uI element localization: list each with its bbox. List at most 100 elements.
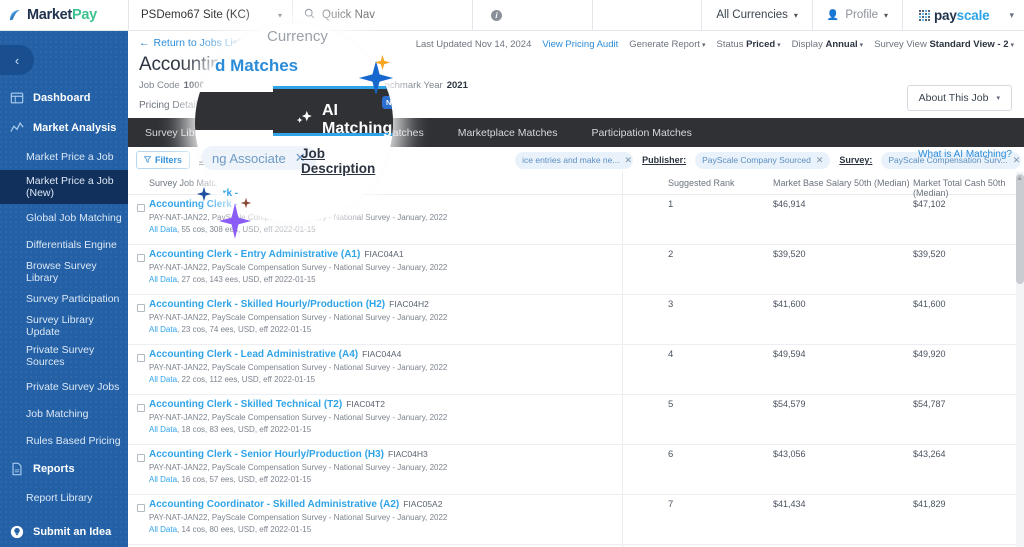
table-row[interactable]: Accounting Clerk - Skilled Hourly/Produc… (128, 295, 1024, 345)
tab-ai-matching[interactable]: AI Matching (230, 118, 319, 147)
row-checkbox[interactable] (137, 254, 145, 262)
table-scrollbar-thumb[interactable] (1016, 174, 1024, 284)
sidebar-item-market-price-a-job[interactable]: Market Price a Job (0, 143, 128, 170)
row-checkbox[interactable] (137, 204, 145, 212)
header-spacer (593, 0, 701, 30)
all-data-link[interactable]: All Data (149, 425, 177, 434)
row-job-code: FIAC04A4 (362, 349, 401, 359)
brand-logo-area[interactable]: MarketPay (0, 0, 128, 30)
table-row[interactable]: Accounting Clerk - PAY-NAT-JAN22, PaySca… (128, 195, 1024, 245)
row-title[interactable]: Accounting Coordinator - Skilled Adminis… (149, 499, 442, 510)
all-data-link[interactable]: All Data (149, 475, 177, 484)
sidebar-item-private-survey-sources[interactable]: Private Survey Sources (0, 339, 128, 373)
table-row[interactable]: Accounting Clerk - Lead Administrative (… (128, 345, 1024, 395)
quick-nav-area[interactable] (293, 0, 473, 30)
row-checkbox[interactable] (137, 354, 145, 362)
row-title[interactable]: Accounting Clerk - Senior Hourly/Product… (149, 449, 428, 460)
close-icon: ✕ (624, 155, 632, 166)
row-checkbox[interactable] (137, 304, 145, 312)
column-suggested-rank: Suggested Rank (668, 178, 735, 188)
sidebar-item-survey-library-update[interactable]: Survey Library Update (0, 312, 128, 339)
header-overflow-menu[interactable]: ▾ (999, 0, 1024, 30)
row-title[interactable]: Accounting Clerk - Entry Administrative … (149, 249, 404, 260)
sidebar-item-label: Market Price a Job (New) (26, 175, 122, 199)
sidebar-item-job-matching[interactable]: Job Matching (0, 400, 128, 427)
status-filter[interactable]: Status Priced▾ (717, 39, 781, 50)
profile-label: Profile (845, 9, 878, 21)
publisher-filter-chip[interactable]: PayScale Company Sourced✕ (695, 152, 830, 169)
about-this-job-button[interactable]: About This Job ▾ (907, 85, 1012, 111)
sidebar-item-label: Browse Survey Library (26, 260, 122, 284)
profile-menu[interactable]: 👤 Profile ▾ (812, 0, 902, 30)
view-pricing-audit-link[interactable]: View Pricing Audit (542, 39, 618, 50)
all-data-link[interactable]: All Data (149, 525, 177, 534)
sidebar-collapse-button[interactable]: ‹ (0, 45, 34, 75)
sidebar-item-private-survey-jobs[interactable]: Private Survey Jobs (0, 373, 128, 400)
marketpay-logo-icon (8, 8, 23, 23)
all-data-link[interactable]: All Data (149, 325, 177, 334)
tab-survey-library[interactable]: Survey Library (128, 118, 230, 147)
generate-report-menu[interactable]: Generate Report▾ (629, 39, 705, 50)
all-data-link[interactable]: All Data (149, 375, 177, 384)
sparkle-orange-icon (374, 54, 391, 71)
pricing-details-label[interactable]: Pricing Details (139, 100, 203, 111)
sidebar-nav: Dashboard Market Analysis Market Price a… (0, 83, 128, 547)
row-title[interactable]: Accounting Clerk - Lead Administrative (… (149, 349, 401, 360)
filters-button[interactable]: Filters (136, 151, 190, 169)
sidebar-item-survey-participation[interactable]: Survey Participation (0, 285, 128, 312)
what-is-ai-matching-link[interactable]: What is AI Matching? (918, 149, 1012, 160)
table-row[interactable]: Accounting Clerk - Entry Administrative … (128, 245, 1024, 295)
row-checkbox[interactable] (137, 454, 145, 462)
row-title[interactable]: Accounting Clerk - Skilled Technical (T2… (149, 399, 385, 410)
currency-selector[interactable]: All Currencies ▾ (701, 0, 812, 30)
top-header: MarketPay PSDemo67 Site (KC) ▾ i All Cur… (0, 0, 1024, 31)
row-data-detail: All Data, 14 cos, 80 ees, USD, eff 2022-… (149, 525, 311, 534)
chart-line-icon (10, 121, 24, 135)
job-description-filter-chip[interactable]: ice entries and make ne...✕ (515, 152, 633, 169)
table-row[interactable]: Accounting Clerk - Senior Hourly/Product… (128, 445, 1024, 495)
tab-participation-matches[interactable]: Participation Matches (575, 118, 709, 147)
sidebar-item-label: Market Price a Job (26, 151, 114, 163)
row-data-detail: All Data, 23 cos, 74 ees, USD, eff 2022-… (149, 325, 311, 334)
row-title[interactable]: Accounting Clerk - Skilled Hourly/Produc… (149, 299, 429, 310)
table-row[interactable]: Accounting Coordinator - Skilled Adminis… (128, 495, 1024, 545)
quick-nav-input[interactable] (322, 9, 452, 21)
row-base-salary: $41,434 (773, 499, 806, 509)
table-row[interactable]: Accounting Clerk - Skilled Technical (T2… (128, 395, 1024, 445)
return-to-jobs-list-link[interactable]: ← Return to Jobs List (139, 37, 241, 49)
sidebar-item-global-job-matching[interactable]: Global Job Matching (0, 204, 128, 231)
sidebar: ‹ Dashboard Market Analysis Market Price… (0, 31, 128, 547)
payscale-brand: payscale (902, 0, 999, 30)
tab-company-matches[interactable]: Company Matches (319, 118, 441, 147)
row-total-cash: $47,102 (913, 199, 946, 209)
info-button[interactable]: i (473, 0, 593, 30)
sidebar-item-rules-based-pricing[interactable]: Rules Based Pricing (0, 427, 128, 454)
app-root: MarketPay PSDemo67 Site (KC) ▾ i All Cur… (0, 0, 1024, 547)
row-job-code: FIAC04T2 (346, 399, 385, 409)
sidebar-item-differentials-engine[interactable]: Differentials Engine (0, 231, 128, 258)
row-checkbox[interactable] (137, 404, 145, 412)
row-total-cash: $39,520 (913, 249, 946, 259)
sidebar-item-market-analysis[interactable]: Market Analysis (0, 113, 128, 143)
scroll-up-icon[interactable]: ▲ (1016, 175, 1023, 182)
sidebar-item-browse-survey-library[interactable]: Browse Survey Library (0, 258, 128, 285)
sidebar-item-dashboard[interactable]: Dashboard (0, 83, 128, 113)
row-rank: 7 (668, 499, 673, 510)
display-filter[interactable]: Display Annual▾ (792, 39, 864, 50)
row-data-detail: All Data, 27 cos, 143 ees, USD, eff 2022… (149, 275, 316, 284)
survey-view-filter[interactable]: Survey View Standard View - 2▾ (874, 39, 1014, 50)
brand-name: MarketPay (27, 7, 97, 23)
site-selector[interactable]: PSDemo67 Site (KC) ▾ (128, 0, 293, 30)
tab-marketplace-matches[interactable]: Marketplace Matches (441, 118, 575, 147)
row-source: PAY-NAT-JAN22, PayScale Compensation Sur… (149, 513, 447, 522)
sidebar-item-label: Dashboard (33, 92, 90, 104)
row-checkbox[interactable] (137, 504, 145, 512)
sidebar-item-report-library[interactable]: Report Library (0, 484, 128, 511)
close-icon: ✕ (1013, 155, 1021, 166)
sidebar-item-reports[interactable]: Reports (0, 454, 128, 484)
sidebar-item-market-price-a-job-new[interactable]: Market Price a Job (New) (0, 170, 128, 204)
all-data-link[interactable]: All Data (149, 275, 177, 284)
chevron-left-icon: ‹ (15, 53, 19, 68)
sidebar-item-submit-an-idea[interactable]: Submit an Idea (0, 517, 128, 547)
all-data-link[interactable]: All Data (149, 225, 177, 234)
